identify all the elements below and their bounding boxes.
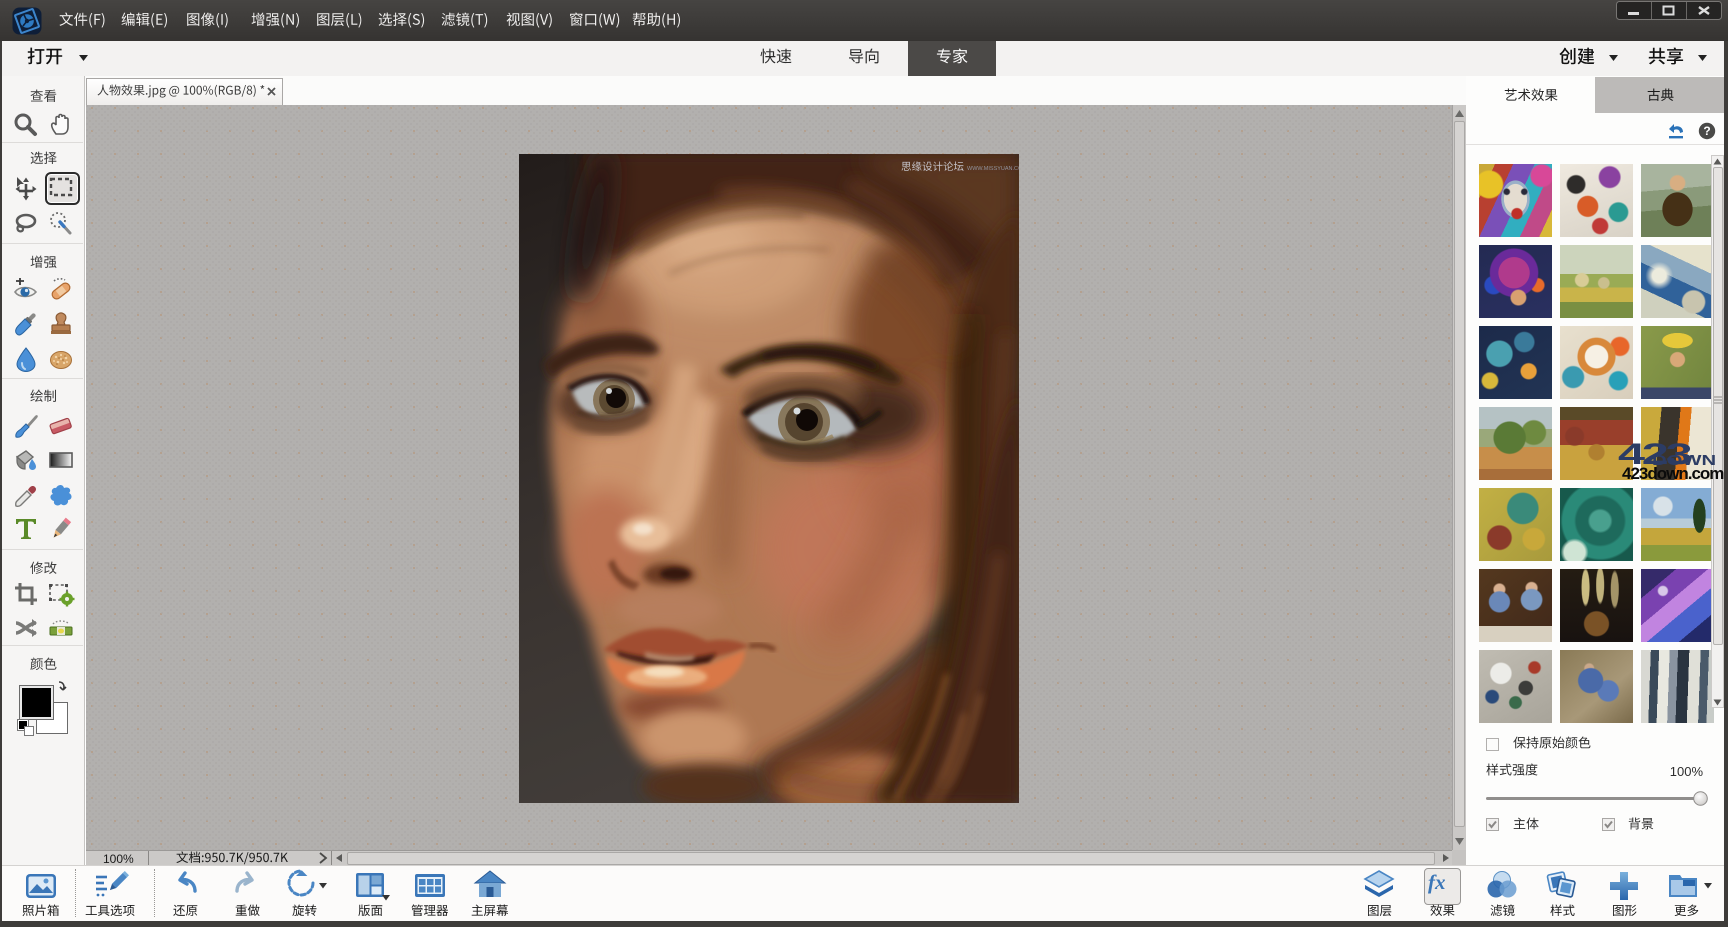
svg-text:?: ? — [1703, 124, 1710, 138]
svg-text:WWW.MISSYUAN.COM: WWW.MISSYUAN.COM — [967, 166, 1019, 172]
